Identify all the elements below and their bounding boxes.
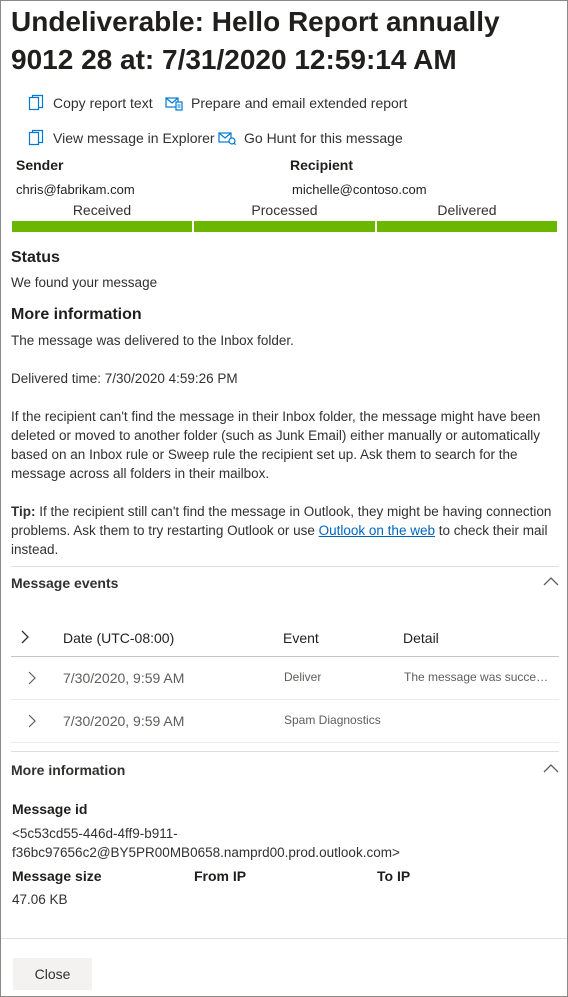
email-report-icon — [165, 94, 183, 112]
progress-bar-received — [12, 221, 192, 232]
view-explorer-label: View message in Explorer — [53, 130, 215, 146]
event-row-event: Deliver — [284, 670, 322, 684]
delivery-folder-text: The message was delivered to the Inbox f… — [11, 333, 294, 348]
column-header-date[interactable]: Date (UTC-08:00) — [63, 630, 174, 646]
progress-bar-processed — [194, 221, 375, 232]
go-hunt-label: Go Hunt for this message — [244, 130, 403, 146]
tip-label: Tip: — [11, 504, 36, 519]
sender-value: chris@fabrikam.com — [16, 182, 135, 197]
delivered-time-text: Delivered time: 7/30/2020 4:59:26 PM — [11, 371, 238, 386]
message-id-line2: f36bc97656c2@BY5PR00MB0658.namprd00.prod… — [12, 845, 400, 860]
footer-divider — [1, 938, 567, 939]
event-row-event: Spam Diagnostics — [284, 713, 381, 727]
column-header-detail[interactable]: Detail — [403, 630, 439, 646]
chevron-up-icon[interactable] — [542, 574, 560, 588]
copy-report-button[interactable]: Copy report text — [27, 94, 153, 112]
row-divider — [11, 699, 559, 700]
stage-received: Received — [72, 202, 132, 218]
recipient-value: michelle@contoso.com — [292, 182, 427, 197]
recipient-help-paragraph: If the recipient can't find the message … — [11, 409, 541, 481]
message-id-label: Message id — [12, 801, 88, 817]
hunt-icon — [218, 129, 236, 147]
copy-icon — [27, 94, 45, 112]
row-expand-chevron-icon[interactable] — [27, 671, 37, 690]
message-trace-panel: Undeliverable: Hello Report annually 901… — [0, 0, 568, 997]
prepare-email-label: Prepare and email extended report — [191, 95, 408, 111]
progress-bar-delivered — [377, 221, 557, 232]
from-ip-label: From IP — [194, 868, 247, 884]
prepare-email-report-button[interactable]: Prepare and email extended report — [165, 94, 407, 112]
close-button[interactable]: Close — [13, 958, 92, 990]
event-row-detail: The message was successfully delivered t… — [404, 670, 554, 684]
outlook-web-link[interactable]: Outlook on the web — [319, 523, 435, 538]
expand-all-chevron-icon[interactable] — [20, 630, 30, 649]
message-id-line1: <5c53cd55-446d-4ff9-b911- — [12, 826, 178, 841]
page-title: Undeliverable: Hello Report annually 901… — [11, 6, 500, 75]
message-size-label: Message size — [12, 868, 102, 884]
explorer-icon — [27, 129, 45, 147]
section-divider — [11, 566, 559, 567]
column-header-event[interactable]: Event — [283, 630, 319, 646]
message-size-value: 47.06 KB — [12, 892, 68, 907]
table-header-divider — [11, 656, 559, 657]
event-row-date: 7/30/2020, 9:59 AM — [63, 713, 185, 729]
more-info-section-heading: More information — [11, 762, 126, 778]
recipient-label: Recipient — [290, 157, 354, 173]
more-info-heading: More information — [11, 306, 142, 323]
event-row-date: 7/30/2020, 9:59 AM — [63, 670, 185, 686]
stage-processed: Processed — [251, 202, 318, 218]
status-heading: Status — [11, 249, 60, 266]
message-events-heading: Message events — [11, 575, 119, 591]
section-divider — [11, 751, 559, 752]
status-text: We found your message — [11, 275, 158, 290]
row-divider — [11, 742, 559, 743]
to-ip-label: To IP — [377, 868, 411, 884]
view-in-explorer-button[interactable]: View message in Explorer — [27, 129, 215, 147]
chevron-up-icon[interactable] — [542, 761, 560, 775]
sender-label: Sender — [16, 157, 64, 173]
tip-paragraph: Tip: If the recipient still can't find t… — [11, 502, 559, 559]
copy-report-label: Copy report text — [53, 95, 153, 111]
row-expand-chevron-icon[interactable] — [27, 714, 37, 733]
go-hunt-button[interactable]: Go Hunt for this message — [218, 129, 403, 147]
stage-delivered: Delivered — [437, 202, 497, 218]
